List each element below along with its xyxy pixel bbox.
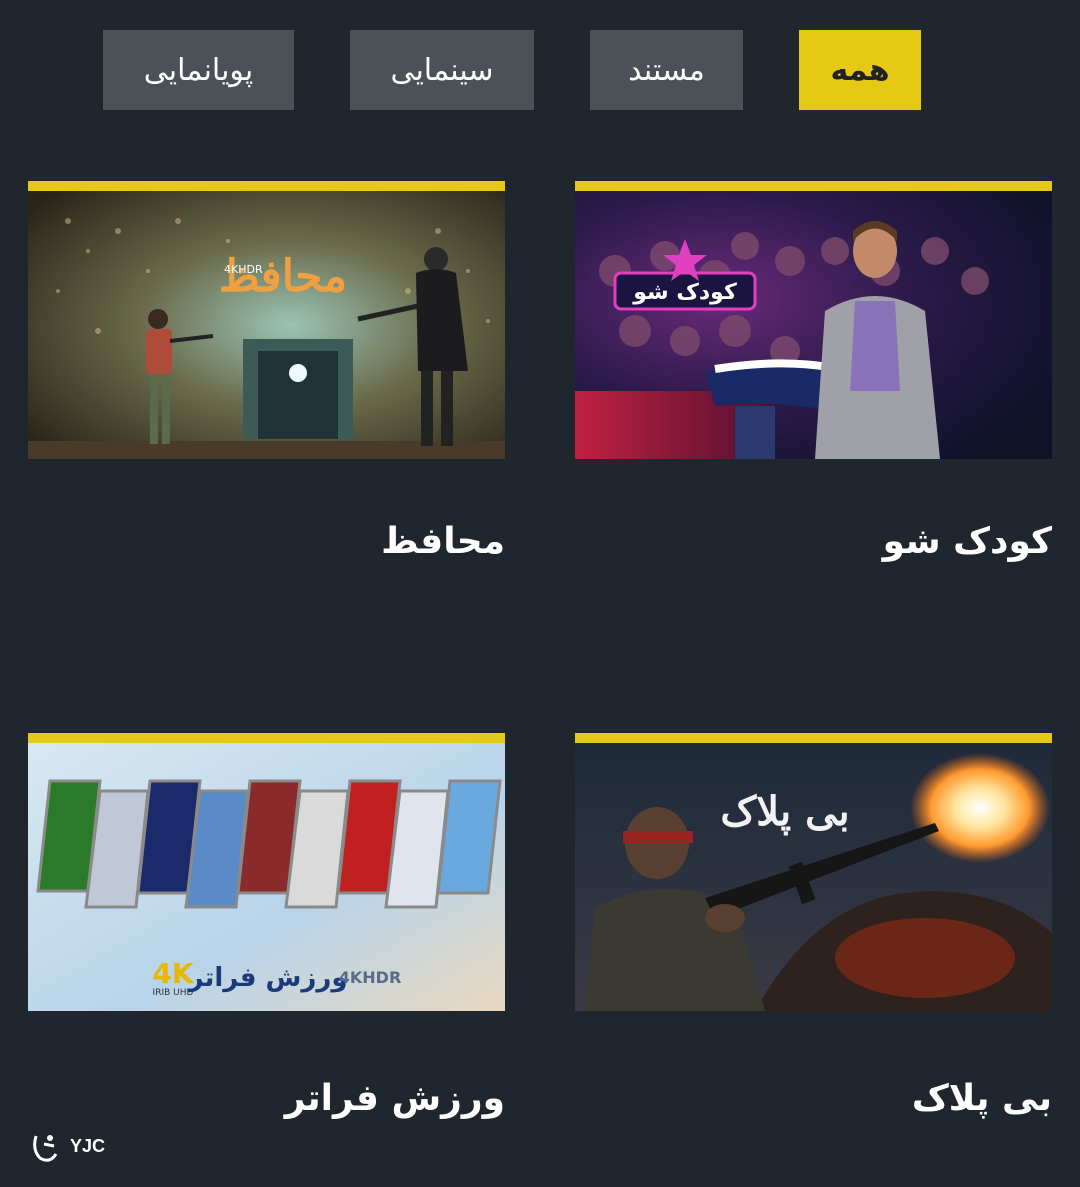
card-thumbnail[interactable]: بی پلاک [575,743,1052,1011]
soldier-firing-image: بی پلاک [575,743,1052,1011]
card-accent-bar [28,733,505,743]
card-thumbnail[interactable]: محافظ 4KHDR [28,191,505,459]
tab-documentary[interactable]: مستند [590,30,743,110]
card-thumbnail[interactable]: 4K IRIB UHD ورزش فراتر 4KHDR [28,743,505,1011]
tab-all[interactable]: همه [799,30,921,110]
svg-text:ورزش فراتر: ورزش فراتر [186,963,347,993]
card-accent-bar [28,181,505,191]
card-mohafez[interactable]: محافظ 4KHDR محافظ [28,181,505,562]
yjc-logo-icon [33,1135,58,1162]
card-title[interactable]: بی پلاک [912,1078,1052,1119]
svg-text:محافظ: محافظ [219,251,347,302]
watermark-text: YJC [70,1135,106,1156]
yjc-watermark: YJC [28,1128,105,1164]
svg-text:4KHDR: 4KHDR [339,968,402,987]
card-varzesh-farater[interactable]: 4K IRIB UHD ورزش فراتر 4KHDR ورزش فراتر [28,733,505,1119]
card-bi-pelak[interactable]: بی پلاک بی پلاک [575,733,1052,1119]
card-kodak-show[interactable]: کودک شو کودک شو [575,181,1052,562]
tab-animation[interactable]: پویانمایی [103,30,294,110]
svg-text:IRIB UHD: IRIB UHD [153,988,194,998]
game-show-host-image: کودک شو [575,191,1052,459]
svg-text:4KHDR: 4KHDR [224,263,263,276]
svg-text:کودک شو: کودک شو [632,280,737,305]
card-title[interactable]: کودک شو [883,521,1052,562]
card-thumbnail[interactable]: کودک شو [575,191,1052,459]
page: همه مستند سینمایی پویانمایی کودک شو کودک… [0,0,1080,1187]
card-accent-bar [575,733,1052,743]
tab-cinematic[interactable]: سینمایی [350,30,534,110]
card-accent-bar [575,181,1052,191]
card-title[interactable]: ورزش فراتر [285,1078,505,1119]
sports-collage-image: 4K IRIB UHD ورزش فراتر 4KHDR [28,743,505,1011]
shrine-standoff-image: محافظ 4KHDR [28,191,505,459]
svg-text:بی پلاک: بی پلاک [720,788,849,836]
card-title[interactable]: محافظ [381,521,505,562]
